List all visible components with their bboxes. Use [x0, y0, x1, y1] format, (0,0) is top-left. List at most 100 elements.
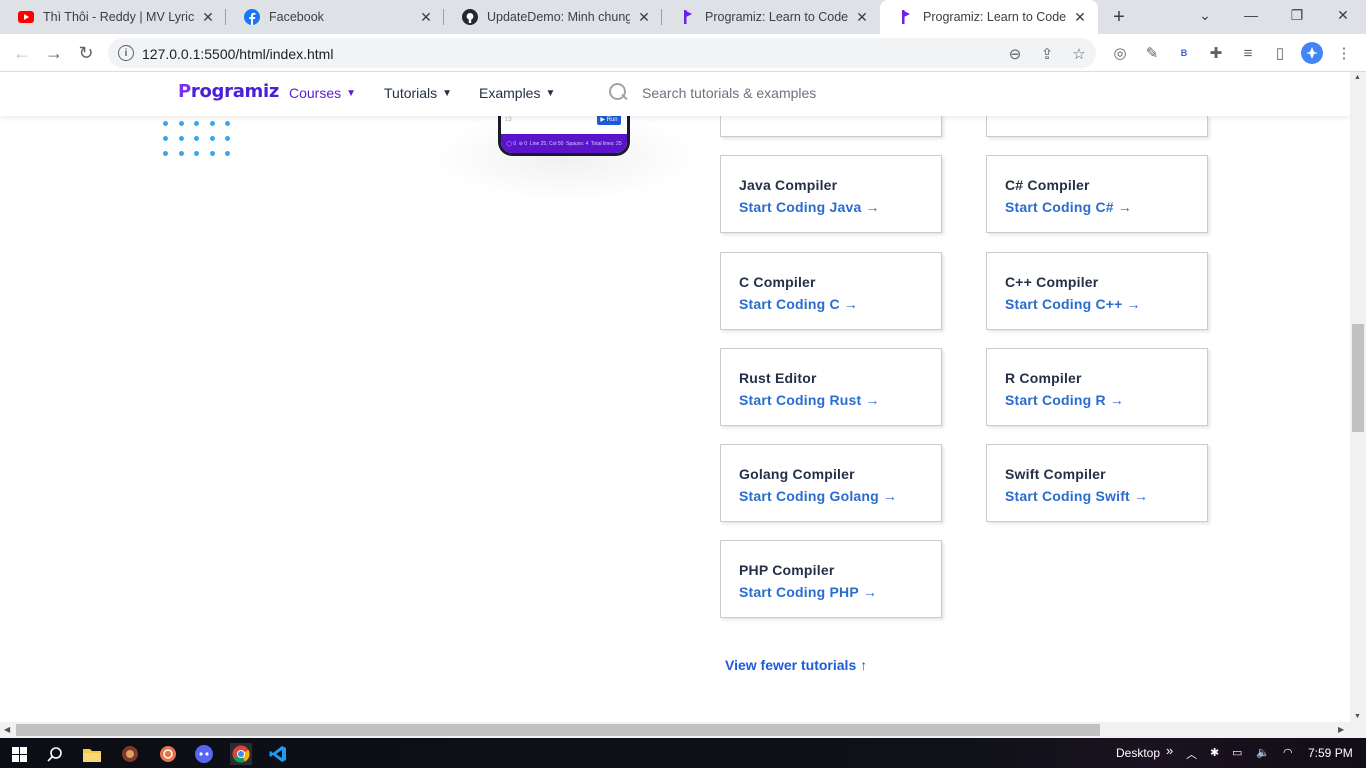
battery-icon[interactable]: ▭: [1232, 746, 1242, 759]
restore-icon[interactable]: ❐: [1274, 0, 1320, 30]
card-rust-editor[interactable]: Rust Editor Start Coding Rust →: [720, 348, 942, 426]
app-spiral-icon[interactable]: [157, 743, 179, 765]
show-hidden-icons-icon[interactable]: ︿: [1186, 746, 1197, 762]
tab-github[interactable]: UpdateDemo: Minh chung cho ✕: [444, 0, 662, 34]
programiz-icon: [898, 9, 914, 25]
start-coding-link[interactable]: Start Coding PHP →: [739, 584, 877, 600]
tab-search-chevron-icon[interactable]: ⌄: [1182, 0, 1228, 30]
card-golang-compiler[interactable]: Golang Compiler Start Coding Golang →: [720, 444, 942, 522]
file-explorer-icon[interactable]: [81, 743, 103, 765]
card-csharp-compiler[interactable]: C# Compiler Start Coding C# →: [986, 155, 1208, 233]
url-text[interactable]: 127.0.0.1:5500/html/index.html: [142, 46, 333, 62]
side-panel-icon[interactable]: ▯: [1270, 43, 1290, 63]
start-coding-link[interactable]: Start Coding C →: [739, 296, 858, 312]
start-coding-link[interactable]: Start Coding Golang →: [739, 488, 897, 504]
search-input[interactable]: Search tutorials & examples: [642, 85, 816, 101]
close-tab-icon[interactable]: ✕: [636, 9, 652, 25]
close-tab-icon[interactable]: ✕: [1072, 9, 1088, 25]
scroll-left-icon[interactable]: ◀: [4, 725, 10, 734]
tab-facebook[interactable]: Facebook ✕: [226, 0, 444, 34]
profile-extension-icon[interactable]: B: [1174, 43, 1194, 63]
double-chevron-icon[interactable]: »: [1166, 743, 1173, 758]
volume-icon[interactable]: 🔈: [1256, 746, 1270, 759]
start-coding-link[interactable]: Start Coding C++ →: [1005, 296, 1141, 312]
clock-time[interactable]: 7:59 PM: [1308, 746, 1353, 760]
card-java-compiler[interactable]: Java Compiler Start Coding Java →: [720, 155, 942, 233]
browser-menu-icon[interactable]: ⋮: [1334, 43, 1354, 63]
extensions-puzzle-icon[interactable]: ✚: [1206, 43, 1226, 63]
card-title: C Compiler: [739, 274, 816, 290]
card-php-compiler[interactable]: PHP Compiler Start Coding PHP →: [720, 540, 942, 618]
desktop-toolbar-label[interactable]: Desktop: [1116, 746, 1160, 760]
site-info-icon[interactable]: i: [118, 45, 134, 61]
discord-icon[interactable]: [193, 743, 215, 765]
share-icon[interactable]: ⇪: [1038, 45, 1056, 63]
horizontal-scroll-thumb[interactable]: [16, 724, 1100, 736]
close-tab-icon[interactable]: ✕: [854, 9, 870, 25]
forward-icon[interactable]: →: [40, 39, 68, 67]
scroll-up-icon[interactable]: ▲: [1354, 74, 1361, 81]
card-title: Rust Editor: [739, 370, 817, 386]
card-partial: [986, 115, 1208, 137]
horizontal-scrollbar[interactable]: ◀ ▶: [0, 722, 1350, 738]
arrow-right-icon: →: [1126, 296, 1141, 312]
card-r-compiler[interactable]: R Compiler Start Coding R →: [986, 348, 1208, 426]
youtube-icon: [18, 9, 34, 25]
tab-youtube[interactable]: Thì Thôi - Reddy | MV Lyrics HD ✕: [0, 0, 226, 34]
phone-line-number: 13: [505, 117, 512, 123]
start-coding-link[interactable]: Start Coding R →: [1005, 392, 1124, 408]
reload-icon[interactable]: ↻: [72, 39, 100, 67]
card-c-compiler[interactable]: C Compiler Start Coding C →: [720, 252, 942, 330]
search-icon[interactable]: [44, 743, 66, 765]
decorative-dots: [163, 121, 230, 156]
avatar[interactable]: [1301, 42, 1323, 64]
nav-tutorials[interactable]: Tutorials ▼: [384, 85, 452, 101]
tab-title: Programiz: Learn to Code for Free: [923, 10, 1066, 24]
view-fewer-tutorials-link[interactable]: View fewer tutorials ↑: [725, 657, 867, 673]
new-tab-icon[interactable]: +: [1108, 6, 1130, 28]
vscode-icon[interactable]: [267, 743, 289, 765]
minimize-icon[interactable]: —: [1228, 0, 1274, 30]
start-coding-link[interactable]: Start Coding Java →: [739, 199, 880, 215]
zoom-icon[interactable]: ⊖: [1006, 45, 1024, 63]
card-title: R Compiler: [1005, 370, 1082, 386]
nav-courses[interactable]: Courses ▼: [289, 85, 356, 101]
start-coding-link[interactable]: Start Coding Rust →: [739, 392, 880, 408]
scroll-right-icon[interactable]: ▶: [1338, 725, 1344, 734]
chevron-down-icon: ▼: [346, 87, 357, 99]
bluetooth-icon[interactable]: ✱: [1210, 746, 1219, 759]
programiz-logo[interactable]: Programiz: [178, 81, 279, 102]
bookmark-star-icon[interactable]: ☆: [1070, 45, 1088, 63]
windows-start-icon[interactable]: [8, 743, 30, 765]
start-coding-link[interactable]: Start Coding C# →: [1005, 199, 1132, 215]
arrow-right-icon: →: [865, 199, 880, 215]
card-title: Golang Compiler: [739, 466, 855, 482]
media-control-icon[interactable]: ≡: [1238, 43, 1258, 63]
chrome-icon[interactable]: [230, 743, 252, 765]
card-cpp-compiler[interactable]: C++ Compiler Start Coding C++ →: [986, 252, 1208, 330]
compass-extension-icon[interactable]: ◎: [1110, 43, 1130, 63]
start-coding-link[interactable]: Start Coding Swift →: [1005, 488, 1148, 504]
scrollbar-corner: [1350, 722, 1366, 738]
tab-programiz[interactable]: Programiz: Learn to Code for Free ✕: [662, 0, 880, 34]
card-swift-compiler[interactable]: Swift Compiler Start Coding Swift →: [986, 444, 1208, 522]
close-tab-icon[interactable]: ✕: [200, 9, 216, 25]
arrow-up-icon: ↑: [860, 657, 868, 673]
arrow-right-icon: →: [1133, 488, 1149, 504]
close-tab-icon[interactable]: ✕: [418, 9, 434, 25]
site-header: Programiz Courses ▼ Tutorials ▼ Examples ▼ …: [0, 72, 1350, 116]
wifi-icon[interactable]: ◠: [1283, 746, 1293, 759]
close-window-icon[interactable]: ✕: [1320, 0, 1366, 30]
back-icon[interactable]: ←: [8, 39, 36, 67]
scroll-down-icon[interactable]: ▼: [1354, 713, 1361, 720]
tab-programiz-active[interactable]: Programiz: Learn to Code for Free ✕: [880, 0, 1098, 34]
nav-examples[interactable]: Examples ▼: [479, 85, 555, 101]
eyedropper-extension-icon[interactable]: ✎: [1142, 43, 1162, 63]
game-app-icon[interactable]: [119, 743, 141, 765]
address-bar[interactable]: i 127.0.0.1:5500/html/index.html ⊖ ⇪ ☆: [108, 38, 1096, 68]
arrow-right-icon: →: [882, 488, 898, 504]
vertical-scrollbar[interactable]: ▲ ▼: [1350, 72, 1366, 722]
site-search[interactable]: Search tutorials & examples: [608, 82, 816, 104]
page-viewport: 13 ▶ Run ◯ 0 ⊘ 0 Line 25, Col 50 Spaces:…: [0, 72, 1350, 722]
vertical-scroll-thumb[interactable]: [1352, 324, 1364, 432]
